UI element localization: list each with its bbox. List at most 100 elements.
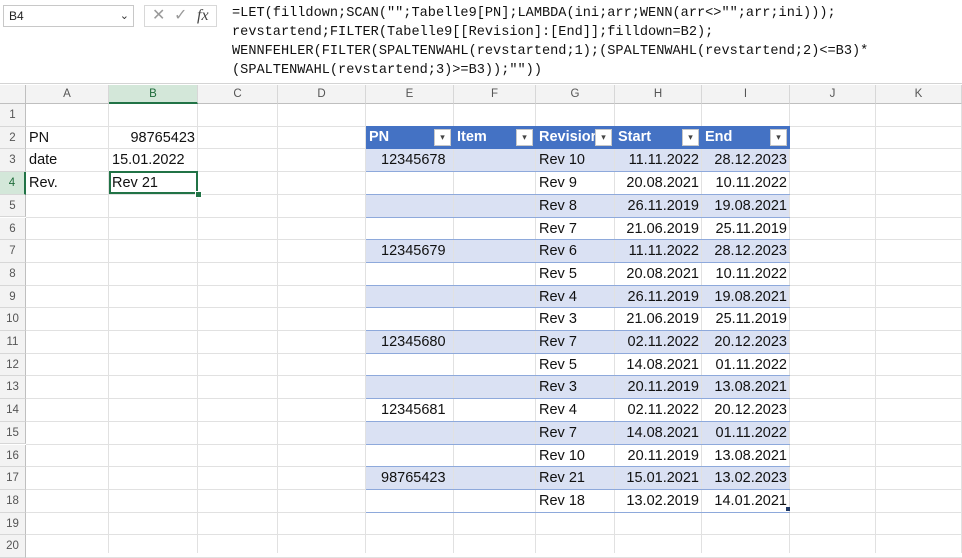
table-cell[interactable]: 13.02.2019 [615, 490, 702, 512]
column-header-k[interactable]: K [876, 85, 962, 104]
filter-dropdown-icon[interactable]: ▾ [595, 129, 612, 146]
table-cell[interactable]: 19.08.2021 [702, 195, 790, 217]
table-cell[interactable] [454, 286, 536, 308]
row-header-13[interactable]: 13 [0, 376, 26, 400]
row-header-2[interactable]: 2 [0, 126, 26, 150]
column-header-d[interactable]: D [278, 85, 366, 104]
table-cell[interactable] [454, 376, 536, 398]
cell-a3[interactable]: date [26, 149, 109, 171]
row-header-11[interactable]: 11 [0, 331, 26, 354]
table-cell[interactable] [366, 490, 454, 512]
table-cell[interactable]: 28.12.2023 [702, 149, 790, 171]
table-cell[interactable]: 25.11.2019 [702, 308, 790, 330]
cancel-icon[interactable]: ✕ [152, 6, 165, 26]
row-header-7[interactable]: 7 [0, 240, 26, 263]
table-cell[interactable] [454, 263, 536, 285]
table-cell[interactable]: Rev 7 [536, 218, 615, 240]
table-cell[interactable]: 02.11.2022 [615, 399, 702, 421]
table-cell[interactable]: Rev 8 [536, 195, 615, 217]
cell-a2[interactable]: PN [26, 127, 109, 149]
filter-dropdown-icon[interactable]: ▾ [434, 129, 451, 146]
table-cell[interactable] [366, 172, 454, 194]
filter-dropdown-icon[interactable]: ▾ [682, 129, 699, 146]
enter-icon[interactable]: ✓ [174, 6, 187, 26]
table-cell[interactable]: 26.11.2019 [615, 286, 702, 308]
table-cell[interactable]: Rev 4 [536, 286, 615, 308]
table-cell[interactable]: Rev 7 [536, 331, 615, 353]
row-header-20[interactable]: 20 [0, 535, 26, 558]
table-cell[interactable] [366, 195, 454, 217]
column-header-i[interactable]: I [702, 85, 790, 104]
table-cell[interactable]: 12345679 [366, 240, 454, 262]
cell-a4[interactable]: Rev. [26, 172, 109, 194]
row-header-17[interactable]: 17 [0, 467, 26, 490]
table-cell[interactable]: 20.08.2021 [615, 263, 702, 285]
table-cell[interactable]: Rev 5 [536, 354, 615, 376]
row-header-6[interactable]: 6 [0, 217, 26, 241]
table-cell[interactable] [454, 172, 536, 194]
row-header-8[interactable]: 8 [0, 262, 26, 286]
table-cell[interactable]: 01.11.2022 [702, 422, 790, 444]
column-header-c[interactable]: C [198, 85, 278, 104]
table-cell[interactable] [454, 467, 536, 489]
table-cell[interactable]: Rev 3 [536, 308, 615, 330]
column-header-b[interactable]: B [109, 85, 198, 104]
table-cell[interactable] [366, 308, 454, 330]
row-header-12[interactable]: 12 [0, 353, 26, 377]
column-header-h[interactable]: H [615, 85, 702, 104]
table-cell[interactable]: Rev 7 [536, 422, 615, 444]
row-header-4[interactable]: 4 [0, 172, 26, 195]
table-cell[interactable]: 25.11.2019 [702, 218, 790, 240]
table-cell[interactable] [366, 422, 454, 444]
select-all-corner[interactable] [0, 85, 26, 104]
column-header-j[interactable]: J [790, 85, 876, 104]
table-cell[interactable] [454, 149, 536, 171]
table-cell[interactable] [454, 422, 536, 444]
table-cell[interactable]: 19.08.2021 [702, 286, 790, 308]
table-cell[interactable]: 13.08.2021 [702, 445, 790, 467]
table-cell[interactable]: 21.06.2019 [615, 308, 702, 330]
chevron-down-icon[interactable]: ⌄ [120, 6, 129, 26]
row-header-9[interactable]: 9 [0, 285, 26, 309]
row-header-19[interactable]: 19 [0, 512, 26, 536]
table-cell[interactable] [366, 286, 454, 308]
table-cell[interactable]: Rev 9 [536, 172, 615, 194]
table-cell[interactable] [454, 354, 536, 376]
table-cell[interactable]: Rev 18 [536, 490, 615, 512]
table-cell[interactable] [454, 240, 536, 262]
table-cell[interactable] [454, 445, 536, 467]
table-cell[interactable]: Rev 4 [536, 399, 615, 421]
table-cell[interactable]: 20.11.2019 [615, 376, 702, 398]
formula-input[interactable]: =LET(filldown;SCAN("";Tabelle9[PN];LAMBD… [232, 4, 958, 80]
table-cell[interactable]: 28.12.2023 [702, 240, 790, 262]
table-cell[interactable]: 12345678 [366, 149, 454, 171]
table-cell[interactable]: 11.11.2022 [615, 149, 702, 171]
table-cell[interactable]: 14.08.2021 [615, 422, 702, 444]
table-resize-handle[interactable] [786, 507, 790, 511]
column-header-e[interactable]: E [366, 85, 454, 104]
table-cell[interactable]: 14.01.2021 [702, 490, 790, 512]
table-cell[interactable]: 20.11.2019 [615, 445, 702, 467]
row-header-5[interactable]: 5 [0, 194, 26, 218]
table-cell[interactable]: Rev 10 [536, 149, 615, 171]
table-cell[interactable]: 12345681 [366, 399, 454, 421]
table-cell[interactable] [454, 195, 536, 217]
table-cell[interactable]: Rev 3 [536, 376, 615, 398]
table-cell[interactable] [366, 263, 454, 285]
filter-dropdown-icon[interactable]: ▾ [516, 129, 533, 146]
cell-b2[interactable]: 98765423 [109, 127, 198, 149]
cell-b3[interactable]: 15.01.2022 [109, 149, 198, 171]
table-cell[interactable]: 11.11.2022 [615, 240, 702, 262]
table-cell[interactable] [454, 331, 536, 353]
table-cell[interactable] [454, 399, 536, 421]
name-box[interactable]: B4 ⌄ [3, 5, 134, 27]
table-cell[interactable] [366, 376, 454, 398]
table-cell[interactable]: 98765423 [366, 467, 454, 489]
table-cell[interactable]: 13.08.2021 [702, 376, 790, 398]
table-cell[interactable] [366, 354, 454, 376]
table-cell[interactable]: Rev 5 [536, 263, 615, 285]
table-cell[interactable]: 02.11.2022 [615, 331, 702, 353]
row-header-15[interactable]: 15 [0, 421, 26, 445]
row-header-14[interactable]: 14 [0, 399, 26, 422]
table-cell[interactable]: 15.01.2021 [615, 467, 702, 489]
